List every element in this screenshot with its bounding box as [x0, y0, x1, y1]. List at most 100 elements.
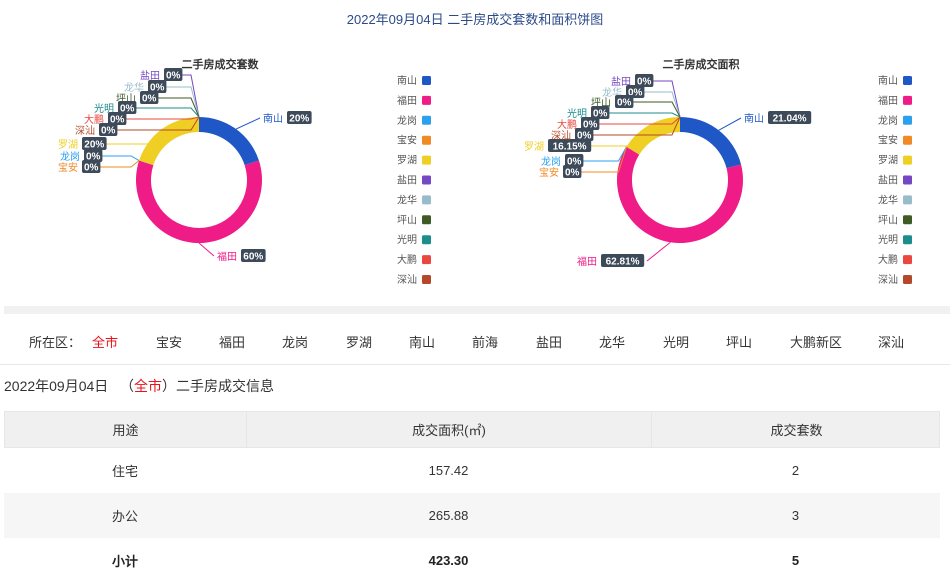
legend-label: 罗湖 — [397, 155, 417, 167]
legend-swatch — [422, 215, 431, 225]
data-label-name: 南山 — [744, 112, 764, 125]
legend-swatch — [903, 175, 912, 185]
leader-line-福田 — [198, 242, 215, 257]
legend-swatch — [903, 115, 912, 125]
district-option-shenshan[interactable]: 深汕 — [878, 332, 904, 351]
data-label-value: 20% — [84, 140, 104, 151]
table-cell-usage: 小计 — [111, 554, 138, 569]
data-label-value: 0% — [142, 94, 157, 105]
table-header-row: 用途 成交面积(㎡) 成交套数 — [4, 411, 940, 448]
info-date: 2022年09月04日 — [4, 378, 109, 394]
table-cell-count: 2 — [791, 463, 800, 478]
legend-label: 坪山 — [397, 213, 417, 226]
legend-label: 福田 — [878, 94, 898, 107]
data-label-name: 福田 — [217, 250, 237, 263]
district-option-longhua[interactable]: 龙华 — [599, 332, 625, 351]
district-option-longgang[interactable]: 龙岗 — [282, 332, 308, 351]
leader-line-南山 — [718, 117, 742, 131]
legend-label: 龙岗 — [878, 114, 898, 127]
district-option-qianhai[interactable]: 前海 — [472, 332, 498, 351]
legend-label: 深汕 — [878, 274, 898, 286]
table-header-count: 成交套数 — [770, 423, 823, 438]
data-label-name: 宝安 — [58, 161, 78, 174]
data-label-name: 罗湖 — [524, 141, 544, 153]
pie-slice-福田 — [617, 146, 744, 244]
table-row: 办公 265.88 3 — [4, 493, 940, 538]
leader-line-光明 — [130, 107, 200, 118]
data-label-value: 0% — [617, 98, 632, 109]
table-cell-area: 157.42 — [428, 463, 469, 478]
legend-label: 光明 — [397, 233, 417, 246]
section-divider — [4, 306, 950, 314]
pie-slice-福田 — [136, 160, 262, 243]
data-label-value: 0% — [84, 163, 99, 174]
legend-label: 大鹏 — [878, 253, 898, 266]
district-option-quanshi[interactable]: 全市 — [92, 332, 118, 351]
table-row: 住宅 157.42 2 — [4, 448, 940, 493]
legend-swatch — [422, 255, 431, 265]
legend-swatch — [903, 275, 912, 284]
table-cell-usage: 住宅 — [111, 464, 138, 479]
legend-label: 盐田 — [397, 174, 417, 187]
pie-charts-svg: 二手房成交套数南山 20% 福田 60% 龙岗 0% 宝安 0% 罗湖 20% 盐田 0% 龙华 0% 坪山… — [58, 57, 912, 286]
legend-swatch — [903, 235, 912, 245]
district-filter-bar: 所在区： 全市 宝安 福田 龙岗 罗湖 南山 前海 盐田 龙华 光明 坪山 大鹏… — [0, 316, 950, 365]
table-cell-area: 265.88 — [428, 508, 469, 523]
legend-swatch — [903, 195, 912, 205]
data-label-name: 深汕 — [551, 130, 571, 142]
data-label-name: 南山 — [263, 112, 283, 125]
legend-swatch — [422, 115, 431, 125]
legend-swatch — [903, 155, 912, 165]
data-label-value: 20% — [289, 114, 309, 125]
table-cell-count: 3 — [791, 508, 800, 523]
data-label-name: 龙岗 — [541, 155, 561, 168]
district-option-luohu[interactable]: 罗湖 — [346, 332, 372, 351]
legend-label: 宝安 — [397, 134, 417, 147]
district-option-yantian[interactable]: 盐田 — [536, 332, 562, 351]
district-option-futian[interactable]: 福田 — [219, 332, 245, 351]
chart-area: 2022年09月04日 二手房成交套数和面积饼图 二手房成交套数 南山 20% 福田 6… — [0, 0, 950, 312]
data-label-name: 龙岗 — [60, 150, 80, 163]
legend-label: 大鹏 — [397, 253, 417, 266]
table-header-area: 成交面积(㎡) — [247, 412, 652, 447]
data-label-name: 深汕 — [75, 125, 95, 137]
info-title: 2022年09月04日 （全市）二手房成交信息 — [4, 376, 274, 396]
data-label-name: 罗湖 — [58, 139, 78, 151]
district-option-guangming[interactable]: 光明 — [663, 332, 689, 351]
leader-line-龙岗 — [96, 155, 140, 161]
data-label-name: 福田 — [577, 255, 597, 268]
legend-label: 南山 — [878, 74, 898, 87]
legend-swatch — [422, 76, 431, 85]
table-header-usage: 用途 — [5, 412, 247, 447]
data-label-value: 21.04% — [773, 114, 807, 125]
legend-label: 南山 — [397, 74, 417, 87]
table-cell-usage: 办公 — [111, 509, 138, 524]
leader-line-南山 — [235, 117, 261, 130]
legend-label: 龙华 — [878, 193, 898, 206]
district-option-pingshan[interactable]: 坪山 — [726, 332, 752, 351]
district-option-dapeng[interactable]: 大鹏新区 — [790, 332, 842, 351]
data-label-value: 0% — [166, 71, 181, 82]
data-label-value: 0% — [577, 131, 592, 142]
legend-label: 龙华 — [397, 193, 417, 206]
table-cell-count: 5 — [791, 553, 800, 568]
data-label-name: 大鹏 — [557, 118, 577, 131]
district-option-baoan[interactable]: 宝安 — [156, 332, 182, 351]
legend-label: 罗湖 — [878, 155, 898, 167]
district-option-nanshan[interactable]: 南山 — [409, 332, 435, 351]
legend-swatch — [422, 195, 431, 205]
data-label-name: 宝安 — [539, 166, 559, 179]
legend-swatch — [903, 215, 912, 225]
legend-swatch — [903, 76, 912, 85]
legend-swatch — [903, 95, 912, 105]
info-close-paren: ） — [161, 378, 176, 394]
legend-swatch — [903, 135, 912, 145]
leader-line-光明 — [603, 112, 681, 118]
pie-slice-罗湖 — [139, 117, 199, 166]
leader-line-坪山 — [627, 101, 681, 118]
info-district: 全市 — [133, 378, 162, 394]
district-filter-label: 所在区： — [29, 335, 82, 350]
chart-title: 二手房成交套数 — [182, 57, 260, 71]
data-label-value: 62.81% — [606, 257, 640, 268]
legend-label: 龙岗 — [397, 114, 417, 127]
